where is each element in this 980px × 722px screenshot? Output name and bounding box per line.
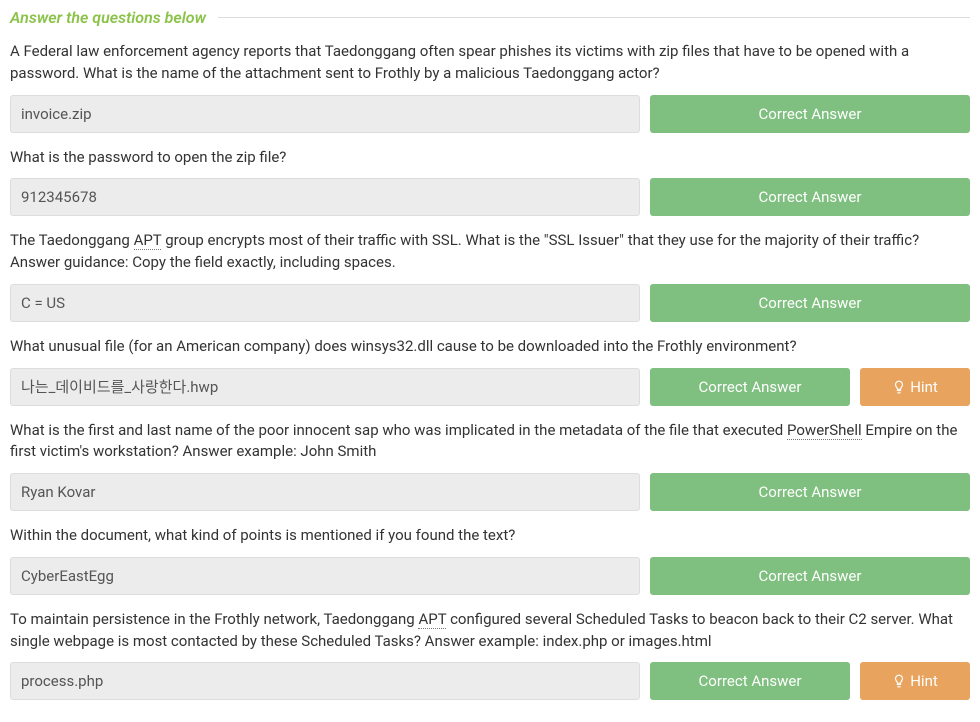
answer-input[interactable] [10, 368, 640, 406]
correct-answer-button[interactable]: Correct Answer [650, 473, 970, 511]
correct-answer-button[interactable]: Correct Answer [650, 178, 970, 216]
abbr-term: PowerShell [787, 421, 862, 440]
question-text-part: What is the password to open the zip fil… [10, 148, 286, 166]
divider [218, 17, 970, 18]
section-title: Answer the questions below [10, 8, 218, 27]
correct-answer-label: Correct Answer [759, 567, 862, 585]
lightbulb-icon [892, 674, 904, 688]
question-text: Within the document, what kind of points… [10, 525, 970, 547]
hint-button[interactable]: Hint [860, 368, 970, 406]
correct-answer-button[interactable]: Correct Answer [650, 662, 850, 700]
answer-row: Correct Answer [10, 557, 970, 595]
answer-input[interactable] [10, 662, 640, 700]
question-text: What is the first and last name of the p… [10, 420, 970, 464]
answer-row: Correct Answer Hint [10, 368, 970, 406]
answer-input[interactable] [10, 284, 640, 322]
correct-answer-button[interactable]: Correct Answer [650, 368, 850, 406]
hint-label: Hint [910, 378, 938, 396]
answer-row: Correct Answer [10, 178, 970, 216]
question-text-part: To maintain persistence in the Frothly n… [10, 610, 418, 628]
correct-answer-label: Correct Answer [759, 188, 862, 206]
question-text: To maintain persistence in the Frothly n… [10, 609, 970, 653]
answer-input[interactable] [10, 95, 640, 133]
hint-label: Hint [910, 672, 938, 690]
correct-answer-label: Correct Answer [759, 105, 862, 123]
hint-button[interactable]: Hint [860, 662, 970, 700]
question-text-part: What is the first and last name of the p… [10, 421, 787, 439]
questions-container: A Federal law enforcement agency reports… [10, 41, 970, 700]
answer-input[interactable] [10, 473, 640, 511]
answer-row: Correct Answer Hint [10, 662, 970, 700]
correct-answer-label: Correct Answer [699, 672, 802, 690]
abbr-term: APT [134, 231, 162, 250]
lightbulb-icon [892, 380, 904, 394]
correct-answer-label: Correct Answer [759, 294, 862, 312]
correct-answer-button[interactable]: Correct Answer [650, 95, 970, 133]
question-text: What is the password to open the zip fil… [10, 147, 970, 169]
question-text-part: A Federal law enforcement agency reports… [10, 42, 909, 82]
question-text-part: What unusual file (for an American compa… [10, 337, 797, 355]
answer-input[interactable] [10, 557, 640, 595]
correct-answer-label: Correct Answer [699, 378, 802, 396]
question-text-part: Within the document, what kind of points… [10, 526, 515, 544]
answer-row: Correct Answer [10, 473, 970, 511]
question-text: What unusual file (for an American compa… [10, 336, 970, 358]
section-header: Answer the questions below [10, 8, 970, 27]
answer-row: Correct Answer [10, 284, 970, 322]
correct-answer-button[interactable]: Correct Answer [650, 284, 970, 322]
question-text: A Federal law enforcement agency reports… [10, 41, 970, 85]
abbr-term: APT [418, 610, 446, 629]
answer-input[interactable] [10, 178, 640, 216]
correct-answer-button[interactable]: Correct Answer [650, 557, 970, 595]
answer-row: Correct Answer [10, 95, 970, 133]
question-text: The Taedonggang APT group encrypts most … [10, 230, 970, 274]
question-text-part: The Taedonggang [10, 231, 134, 249]
correct-answer-label: Correct Answer [759, 483, 862, 501]
